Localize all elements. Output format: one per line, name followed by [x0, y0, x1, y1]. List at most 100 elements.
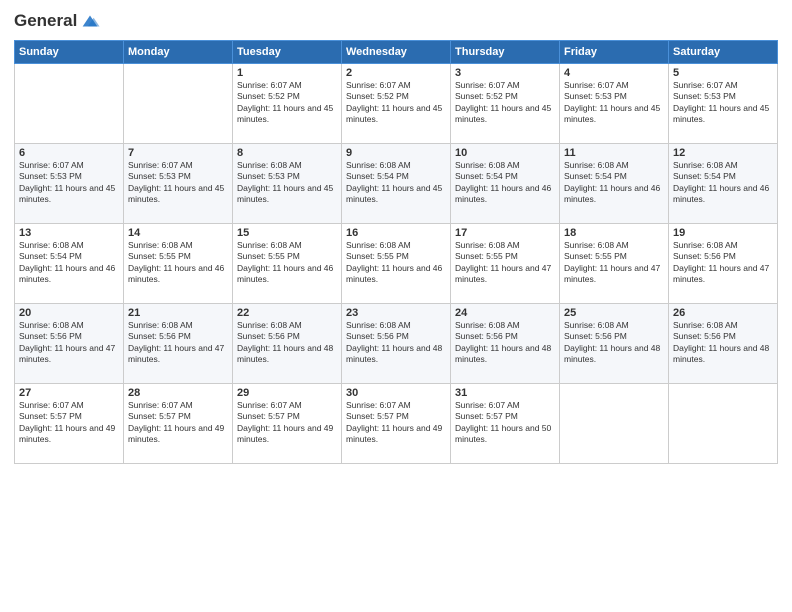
- day-info: Sunrise: 6:07 AM Sunset: 5:57 PM Dayligh…: [128, 400, 228, 446]
- calendar-cell: 21Sunrise: 6:08 AM Sunset: 5:56 PM Dayli…: [124, 304, 233, 384]
- day-info: Sunrise: 6:07 AM Sunset: 5:57 PM Dayligh…: [455, 400, 555, 446]
- day-info: Sunrise: 6:08 AM Sunset: 5:56 PM Dayligh…: [346, 320, 446, 366]
- day-number: 13: [19, 227, 119, 239]
- day-number: 11: [564, 147, 664, 159]
- day-info: Sunrise: 6:07 AM Sunset: 5:57 PM Dayligh…: [237, 400, 337, 446]
- logo-text: General: [14, 10, 101, 32]
- day-number: 10: [455, 147, 555, 159]
- day-number: 21: [128, 307, 228, 319]
- calendar-cell: 28Sunrise: 6:07 AM Sunset: 5:57 PM Dayli…: [124, 384, 233, 464]
- calendar-cell: 3Sunrise: 6:07 AM Sunset: 5:52 PM Daylig…: [451, 64, 560, 144]
- day-info: Sunrise: 6:08 AM Sunset: 5:54 PM Dayligh…: [673, 160, 773, 206]
- calendar-cell: 2Sunrise: 6:07 AM Sunset: 5:52 PM Daylig…: [342, 64, 451, 144]
- calendar-cell: 1Sunrise: 6:07 AM Sunset: 5:52 PM Daylig…: [233, 64, 342, 144]
- day-number: 16: [346, 227, 446, 239]
- day-number: 19: [673, 227, 773, 239]
- day-info: Sunrise: 6:07 AM Sunset: 5:53 PM Dayligh…: [128, 160, 228, 206]
- day-number: 27: [19, 387, 119, 399]
- day-number: 20: [19, 307, 119, 319]
- calendar-cell: 22Sunrise: 6:08 AM Sunset: 5:56 PM Dayli…: [233, 304, 342, 384]
- day-info: Sunrise: 6:08 AM Sunset: 5:55 PM Dayligh…: [346, 240, 446, 286]
- day-number: 6: [19, 147, 119, 159]
- day-info: Sunrise: 6:08 AM Sunset: 5:55 PM Dayligh…: [455, 240, 555, 286]
- day-number: 18: [564, 227, 664, 239]
- day-info: Sunrise: 6:08 AM Sunset: 5:54 PM Dayligh…: [346, 160, 446, 206]
- day-info: Sunrise: 6:08 AM Sunset: 5:56 PM Dayligh…: [237, 320, 337, 366]
- logo-icon: [79, 10, 101, 32]
- day-number: 5: [673, 67, 773, 79]
- calendar-cell: [15, 64, 124, 144]
- col-header-monday: Monday: [124, 41, 233, 64]
- day-info: Sunrise: 6:07 AM Sunset: 5:52 PM Dayligh…: [455, 80, 555, 126]
- day-info: Sunrise: 6:08 AM Sunset: 5:55 PM Dayligh…: [128, 240, 228, 286]
- calendar-cell: 24Sunrise: 6:08 AM Sunset: 5:56 PM Dayli…: [451, 304, 560, 384]
- week-row-1: 1 Sunrise: 6:07 AM Sunset: 5:52 PM Daylig…: [15, 64, 778, 144]
- calendar-cell: 27Sunrise: 6:07 AM Sunset: 5:57 PM Dayli…: [15, 384, 124, 464]
- calendar-cell: 16Sunrise: 6:08 AM Sunset: 5:55 PM Dayli…: [342, 224, 451, 304]
- calendar-cell: 17Sunrise: 6:08 AM Sunset: 5:55 PM Dayli…: [451, 224, 560, 304]
- week-row-4: 20Sunrise: 6:08 AM Sunset: 5:56 PM Dayli…: [15, 304, 778, 384]
- day-number: 30: [346, 387, 446, 399]
- day-number: 2: [346, 67, 446, 79]
- calendar-cell: 13Sunrise: 6:08 AM Sunset: 5:54 PM Dayli…: [15, 224, 124, 304]
- day-info: Sunrise: 6:08 AM Sunset: 5:56 PM Dayligh…: [673, 240, 773, 286]
- calendar-cell: 14Sunrise: 6:08 AM Sunset: 5:55 PM Dayli…: [124, 224, 233, 304]
- day-info: Sunrise: 6:07 AM Sunset: 5:57 PM Dayligh…: [19, 400, 119, 446]
- day-number: 1: [237, 67, 337, 79]
- day-info: Sunrise: 6:08 AM Sunset: 5:53 PM Dayligh…: [237, 160, 337, 206]
- calendar-cell: 18Sunrise: 6:08 AM Sunset: 5:55 PM Dayli…: [560, 224, 669, 304]
- calendar-table: SundayMondayTuesdayWednesdayThursdayFrid…: [14, 40, 778, 464]
- logo-general: General: [14, 11, 77, 31]
- day-info: Sunrise: 6:08 AM Sunset: 5:56 PM Dayligh…: [564, 320, 664, 366]
- calendar-cell: 9Sunrise: 6:08 AM Sunset: 5:54 PM Daylig…: [342, 144, 451, 224]
- day-number: 8: [237, 147, 337, 159]
- page-header: General: [14, 10, 778, 32]
- day-number: 31: [455, 387, 555, 399]
- day-info: Sunrise: 6:08 AM Sunset: 5:54 PM Dayligh…: [19, 240, 119, 286]
- day-number: 7: [128, 147, 228, 159]
- day-info: Sunrise: 6:08 AM Sunset: 5:54 PM Dayligh…: [564, 160, 664, 206]
- day-number: 28: [128, 387, 228, 399]
- calendar-cell: 12Sunrise: 6:08 AM Sunset: 5:54 PM Dayli…: [669, 144, 778, 224]
- day-number: 23: [346, 307, 446, 319]
- calendar-cell: 15Sunrise: 6:08 AM Sunset: 5:55 PM Dayli…: [233, 224, 342, 304]
- calendar-cell: 26Sunrise: 6:08 AM Sunset: 5:56 PM Dayli…: [669, 304, 778, 384]
- day-info: Sunrise: 6:07 AM Sunset: 5:53 PM Dayligh…: [673, 80, 773, 126]
- day-number: 26: [673, 307, 773, 319]
- day-number: 22: [237, 307, 337, 319]
- day-info: Sunrise: 6:08 AM Sunset: 5:56 PM Dayligh…: [673, 320, 773, 366]
- day-number: 14: [128, 227, 228, 239]
- calendar-cell: 19Sunrise: 6:08 AM Sunset: 5:56 PM Dayli…: [669, 224, 778, 304]
- day-info: Sunrise: 6:08 AM Sunset: 5:55 PM Dayligh…: [564, 240, 664, 286]
- col-header-friday: Friday: [560, 41, 669, 64]
- calendar-cell: 29Sunrise: 6:07 AM Sunset: 5:57 PM Dayli…: [233, 384, 342, 464]
- calendar-cell: 4Sunrise: 6:07 AM Sunset: 5:53 PM Daylig…: [560, 64, 669, 144]
- calendar-cell: 5Sunrise: 6:07 AM Sunset: 5:53 PM Daylig…: [669, 64, 778, 144]
- calendar-cell: 7Sunrise: 6:07 AM Sunset: 5:53 PM Daylig…: [124, 144, 233, 224]
- calendar-cell: [124, 64, 233, 144]
- col-header-saturday: Saturday: [669, 41, 778, 64]
- day-number: 4: [564, 67, 664, 79]
- calendar-cell: 11Sunrise: 6:08 AM Sunset: 5:54 PM Dayli…: [560, 144, 669, 224]
- day-info: Sunrise: 6:08 AM Sunset: 5:54 PM Dayligh…: [455, 160, 555, 206]
- calendar-cell: [669, 384, 778, 464]
- week-row-5: 27Sunrise: 6:07 AM Sunset: 5:57 PM Dayli…: [15, 384, 778, 464]
- calendar-cell: 8Sunrise: 6:08 AM Sunset: 5:53 PM Daylig…: [233, 144, 342, 224]
- calendar-cell: 23Sunrise: 6:08 AM Sunset: 5:56 PM Dayli…: [342, 304, 451, 384]
- day-number: 3: [455, 67, 555, 79]
- day-info: Sunrise: 6:07 AM Sunset: 5:52 PM Dayligh…: [346, 80, 446, 126]
- day-info: Sunrise: 6:08 AM Sunset: 5:55 PM Dayligh…: [237, 240, 337, 286]
- week-row-2: 6 Sunrise: 6:07 AM Sunset: 5:53 PM Daylig…: [15, 144, 778, 224]
- day-info: Sunrise: 6:07 AM Sunset: 5:57 PM Dayligh…: [346, 400, 446, 446]
- logo: General: [14, 10, 101, 32]
- day-info: Sunrise: 6:08 AM Sunset: 5:56 PM Dayligh…: [19, 320, 119, 366]
- day-number: 15: [237, 227, 337, 239]
- week-row-3: 13Sunrise: 6:08 AM Sunset: 5:54 PM Dayli…: [15, 224, 778, 304]
- calendar-cell: 25Sunrise: 6:08 AM Sunset: 5:56 PM Dayli…: [560, 304, 669, 384]
- day-number: 9: [346, 147, 446, 159]
- calendar-cell: 6Sunrise: 6:07 AM Sunset: 5:53 PM Daylig…: [15, 144, 124, 224]
- header-row: SundayMondayTuesdayWednesdayThursdayFrid…: [15, 41, 778, 64]
- col-header-tuesday: Tuesday: [233, 41, 342, 64]
- calendar-cell: 10Sunrise: 6:08 AM Sunset: 5:54 PM Dayli…: [451, 144, 560, 224]
- page-container: General SundayMondayTuesdayWednesdayThur…: [0, 0, 792, 612]
